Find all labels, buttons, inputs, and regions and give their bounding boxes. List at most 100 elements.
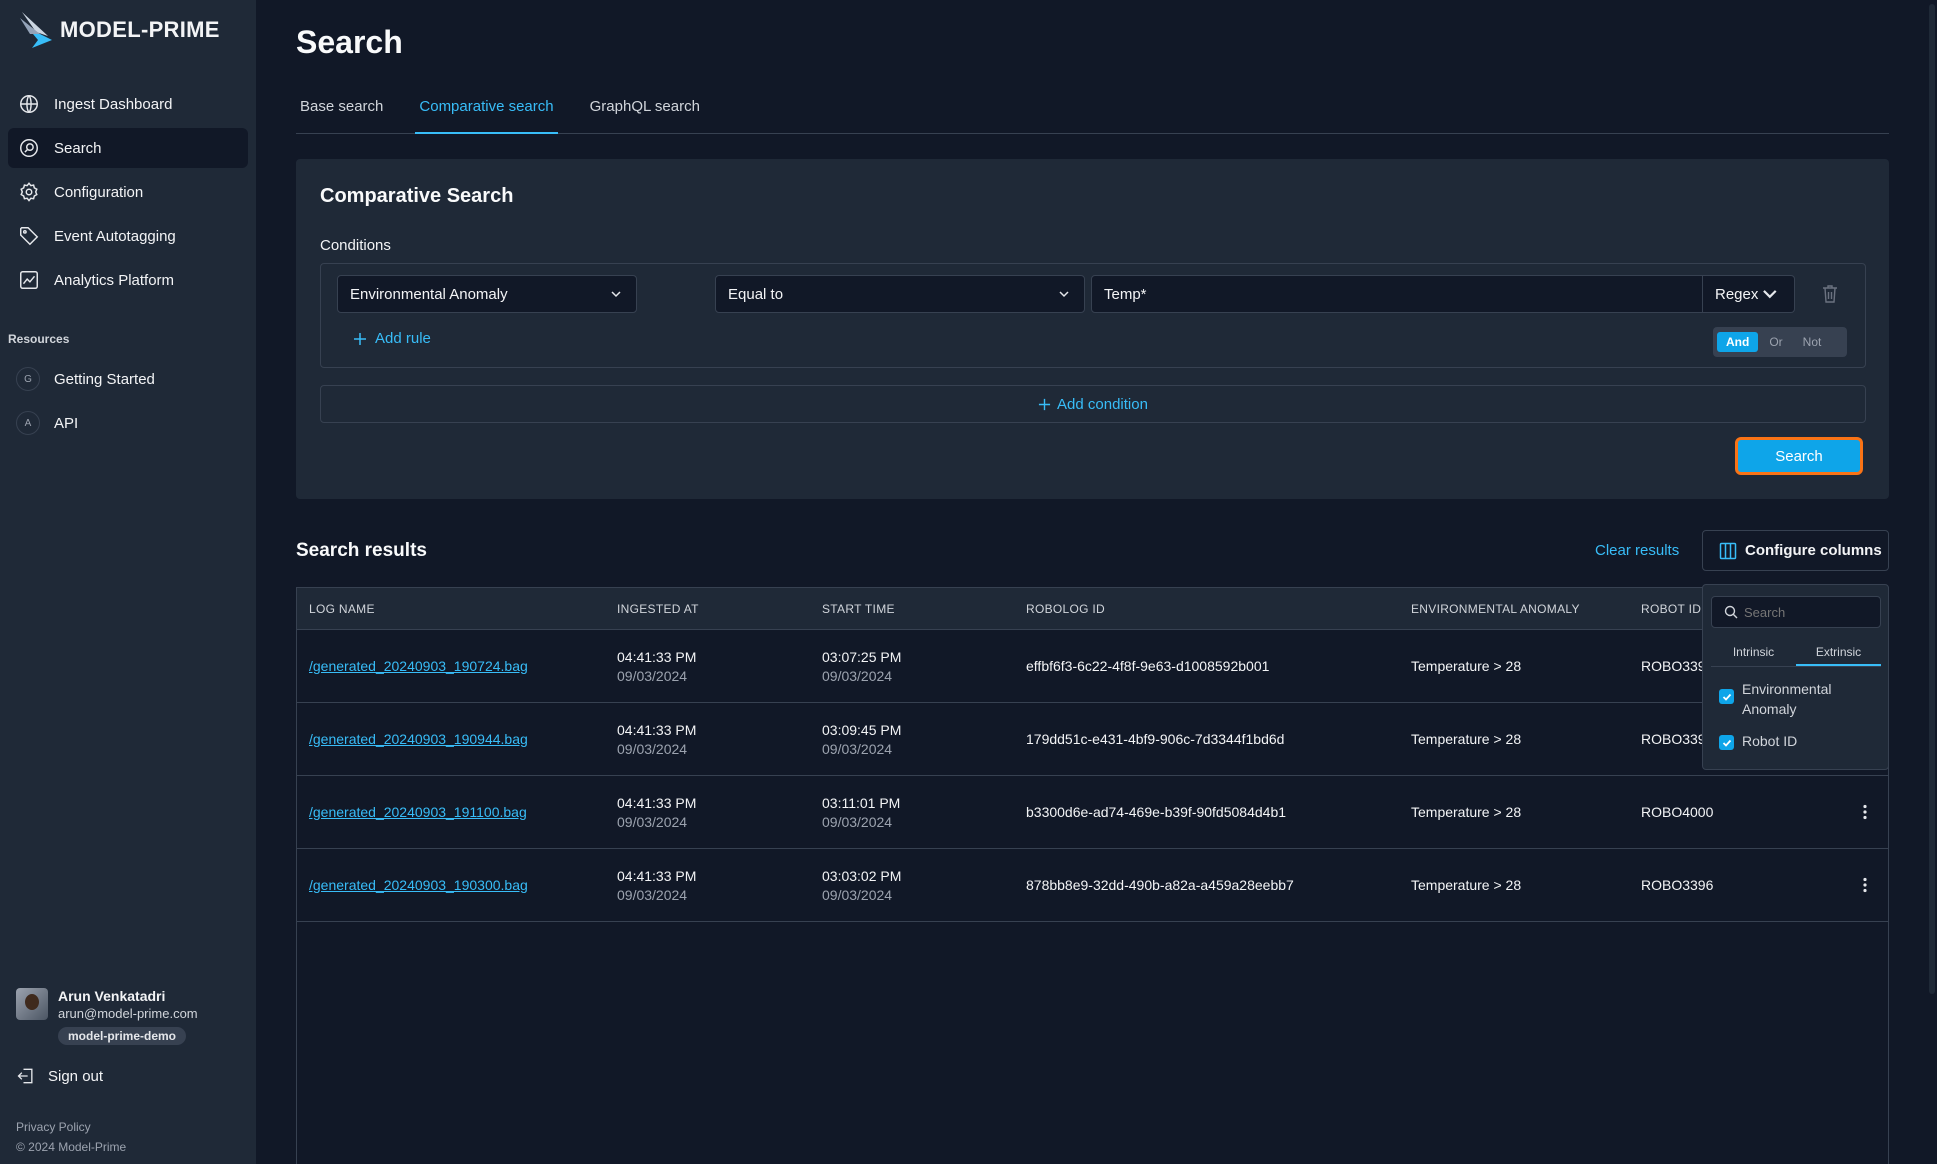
clear-results-button[interactable]: Clear results xyxy=(1595,542,1679,559)
start-time-cell: 03:03:02 PM 09/03/2024 xyxy=(822,868,901,903)
column-search[interactable] xyxy=(1711,596,1881,628)
user-details: Arun Venkatadri arun@model-prime.com mod… xyxy=(58,988,198,1045)
column-option-label: Robot ID xyxy=(1742,733,1798,749)
checkbox-checked[interactable] xyxy=(1719,689,1734,704)
ingested-date: 09/03/2024 xyxy=(617,667,688,684)
ingested-at-cell: 04:41:33 PM 09/03/2024 xyxy=(617,795,696,830)
sidebar-item-label: Getting Started xyxy=(54,370,155,388)
logic-toggle: And Or Not xyxy=(1713,327,1847,357)
trash-icon[interactable] xyxy=(1821,284,1839,304)
logic-or[interactable]: Or xyxy=(1760,332,1791,352)
table-row: /generated_20240903_190944.bag 04:41:33 … xyxy=(297,703,1888,776)
start-date: 09/03/2024 xyxy=(822,813,893,830)
sidebar-item-ingest-dashboard[interactable]: Ingest Dashboard xyxy=(8,84,248,124)
log-name-link[interactable]: /generated_20240903_190944.bag xyxy=(309,731,528,747)
start-date: 09/03/2024 xyxy=(822,886,893,903)
sidebar-item-configuration[interactable]: Configuration xyxy=(8,172,248,212)
sidebar-item-label: Configuration xyxy=(54,183,144,201)
start-time-cell: 03:07:25 PM 09/03/2024 xyxy=(822,649,901,684)
chevron-down-icon xyxy=(1059,291,1069,298)
field-select[interactable]: Environmental Anomaly xyxy=(337,275,637,313)
ingested-time: 04:41:33 PM xyxy=(617,867,697,884)
org-badge: model-prime-demo xyxy=(58,1027,187,1045)
privacy-policy-link[interactable]: Privacy Policy xyxy=(16,1120,91,1134)
configure-columns-popup: Intrinsic Extrinsic Environmental Anomaly… xyxy=(1702,584,1889,770)
ingested-time: 04:41:33 PM xyxy=(617,648,697,665)
robolog-id-cell: 179dd51c-e431-4bf9-906c-7d3344f1bd6d xyxy=(1026,731,1285,747)
start-time: 03:03:02 PM xyxy=(822,867,902,884)
more-vertical-icon[interactable] xyxy=(1856,876,1874,894)
page-title: Search xyxy=(296,24,403,60)
search-button[interactable]: Search xyxy=(1735,437,1863,475)
sidebar-item-getting-started[interactable]: G Getting Started xyxy=(8,359,248,399)
tab-intrinsic[interactable]: Intrinsic xyxy=(1711,639,1796,666)
brand-logo[interactable]: MODEL-PRIME xyxy=(18,10,220,50)
table-row: /generated_20240903_190724.bag 04:41:33 … xyxy=(297,630,1888,703)
sidebar-item-label: API xyxy=(54,414,79,432)
sign-out-button[interactable]: Sign out xyxy=(16,1066,103,1086)
match-mode-select[interactable]: Regex xyxy=(1703,275,1795,313)
add-condition-label: Add condition xyxy=(1057,395,1148,413)
sign-out-icon xyxy=(17,1068,33,1084)
page-scrollbar[interactable] xyxy=(1927,0,1937,1164)
main-nav: Ingest Dashboard Search Configuration Ev… xyxy=(8,84,248,304)
sidebar-item-event-autotagging[interactable]: Event Autotagging xyxy=(8,216,248,256)
col-header-robolog-id[interactable]: ROBOLOG ID xyxy=(1026,602,1105,616)
sidebar-item-label: Analytics Platform xyxy=(54,271,175,289)
operator-select[interactable]: Equal to xyxy=(715,275,1085,313)
tab-extrinsic[interactable]: Extrinsic xyxy=(1796,639,1881,666)
plus-icon xyxy=(1038,398,1051,410)
log-name-link[interactable]: /generated_20240903_190724.bag xyxy=(309,658,528,674)
sidebar-item-analytics-platform[interactable]: Analytics Platform xyxy=(8,260,248,300)
log-name-link[interactable]: /generated_20240903_191100.bag xyxy=(309,804,527,820)
columns-icon xyxy=(1719,542,1737,559)
col-header-environmental-anomaly[interactable]: ENVIRONMENTAL ANOMALY xyxy=(1411,602,1580,616)
table-row: /generated_20240903_190300.bag 04:41:33 … xyxy=(297,849,1888,922)
ingested-time: 04:41:33 PM xyxy=(617,721,697,738)
configure-columns-button[interactable]: Configure columns xyxy=(1702,530,1889,571)
tab-base-search[interactable]: Base search xyxy=(296,90,387,134)
column-option-environmental-anomaly[interactable]: Environmental Anomaly xyxy=(1719,679,1832,719)
getting-started-badge: G xyxy=(16,367,40,391)
tab-graphql-search[interactable]: GraphQL search xyxy=(586,90,704,134)
logic-and[interactable]: And xyxy=(1717,332,1759,352)
tab-comparative-search[interactable]: Comparative search xyxy=(415,90,558,134)
start-time: 03:07:25 PM xyxy=(822,648,902,665)
check-icon xyxy=(1722,739,1731,747)
avatar xyxy=(16,988,48,1020)
sidebar-item-search[interactable]: Search xyxy=(8,128,248,168)
check-icon xyxy=(1722,693,1731,701)
more-vertical-icon[interactable] xyxy=(1856,803,1874,821)
col-header-robot-id[interactable]: ROBOT ID xyxy=(1641,602,1701,616)
col-header-log-name[interactable]: LOG NAME xyxy=(309,602,375,616)
sidebar-item-api[interactable]: A API xyxy=(8,403,248,443)
panel-title: Comparative Search xyxy=(320,185,514,207)
column-search-input[interactable] xyxy=(1744,604,1864,620)
value-input[interactable] xyxy=(1091,275,1703,313)
log-name-link[interactable]: /generated_20240903_190300.bag xyxy=(309,877,528,893)
add-condition-button[interactable]: Add condition xyxy=(320,385,1866,423)
add-rule-label: Add rule xyxy=(375,330,431,347)
resources-list: G Getting Started A API xyxy=(8,359,248,447)
start-time: 03:11:01 PM xyxy=(822,794,901,811)
checkbox-checked[interactable] xyxy=(1719,735,1734,750)
results-title: Search results xyxy=(296,540,427,561)
plus-icon xyxy=(354,332,366,345)
match-mode-value: Regex xyxy=(1715,285,1759,303)
results-table: LOG NAME INGESTED AT START TIME ROBOLOG … xyxy=(296,587,1889,1164)
user-profile[interactable]: Arun Venkatadri arun@model-prime.com mod… xyxy=(16,988,198,1045)
resources-heading: Resources xyxy=(8,332,70,346)
column-option-robot-id[interactable]: Robot ID xyxy=(1719,733,1797,750)
ingested-date: 09/03/2024 xyxy=(617,886,688,903)
column-option-label: Environmental Anomaly xyxy=(1742,679,1832,719)
robot-id-cell: ROBO339 xyxy=(1641,731,1706,747)
col-header-ingested-at[interactable]: INGESTED AT xyxy=(617,602,699,616)
sidebar-item-label: Event Autotagging xyxy=(54,227,176,245)
add-rule-button[interactable]: Add rule xyxy=(353,330,431,347)
main-content: Search Base search Comparative search Gr… xyxy=(256,0,1937,1164)
col-header-start-time[interactable]: START TIME xyxy=(822,602,895,616)
robot-id-cell: ROBO3396 xyxy=(1641,877,1714,893)
search-icon xyxy=(20,139,38,157)
gear-icon xyxy=(20,182,38,202)
logic-not[interactable]: Not xyxy=(1794,332,1831,352)
